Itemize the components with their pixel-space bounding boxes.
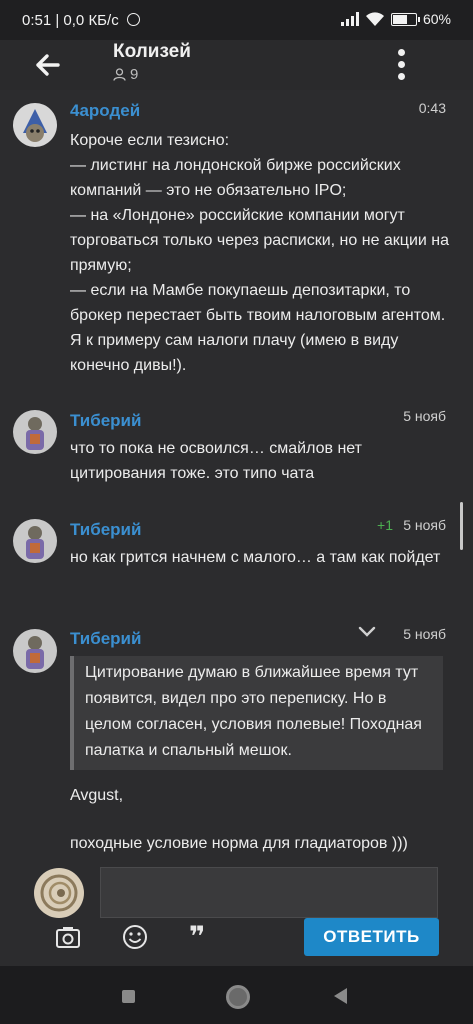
avatar[interactable] (13, 629, 57, 673)
camera-icon[interactable] (54, 923, 82, 951)
message-time: 5 нояб (403, 408, 446, 424)
chat-title: Колизей (113, 41, 191, 62)
avatar[interactable] (13, 519, 57, 563)
user-avatar (34, 868, 84, 918)
reaction-count[interactable]: +1 (377, 517, 393, 533)
member-count-value: 9 (130, 66, 139, 83)
signal-icon (340, 12, 359, 26)
more-options-icon[interactable] (386, 44, 416, 84)
quote-icon[interactable]: ❞ (189, 923, 217, 951)
message-text: что то пока не освоился… смайлов нет цит… (70, 440, 362, 482)
message-line: — если на Мамбе покупаешь депозитарки, т… (70, 282, 446, 374)
reply-input[interactable] (100, 867, 438, 918)
nav-back-icon[interactable] (334, 988, 347, 1004)
message-time: 5 нояб (403, 626, 446, 642)
message-author[interactable]: 4ародей (70, 101, 140, 121)
message-author[interactable]: Тиберий (70, 411, 141, 431)
message-text: но как грится начнем с малого… а там как… (70, 549, 441, 566)
message-line: — на «Лондоне» российские компании могут… (70, 207, 450, 274)
message-line: — листинг на лондонской бирже российских… (70, 157, 401, 199)
scrollbar-thumb[interactable] (460, 502, 463, 550)
quoted-text: Цитирование думаю в ближайшее время тут … (70, 656, 443, 770)
home-icon[interactable] (226, 985, 250, 1009)
message-time: 0:43 (418, 100, 446, 116)
system-nav-bar (0, 966, 473, 1024)
message-line: Короче если тезисно: (70, 132, 230, 149)
alarm-icon (126, 13, 140, 26)
message-author[interactable]: Тиберий (70, 520, 141, 540)
status-bar: 0:51 | 0,0 КБ/с 60% (0, 0, 473, 40)
status-left: 0:51 | 0,0 КБ/с (22, 12, 140, 29)
back-arrow-icon[interactable] (28, 48, 68, 82)
chevron-down-icon[interactable] (358, 626, 376, 638)
wifi-icon (365, 11, 384, 26)
reply-composer: ❞ ОТВЕТИТЬ (0, 860, 473, 966)
battery-percent: 60% (422, 11, 451, 27)
person-icon (113, 68, 126, 81)
battery-icon (390, 12, 420, 26)
message-time: 5 нояб (403, 517, 446, 533)
chat-header: Колизей 9 (0, 40, 473, 90)
status-right: 60% (340, 11, 451, 27)
member-count: 9 (113, 66, 138, 83)
reply-button[interactable]: ОТВЕТИТЬ (304, 918, 439, 956)
avatar[interactable] (13, 103, 57, 147)
emoji-icon[interactable] (121, 923, 149, 951)
avatar[interactable] (13, 410, 57, 454)
message-text: походные условие норма для гладиаторов )… (70, 835, 408, 852)
message-text: Короче если тезисно: — листинг на лондон… (70, 128, 450, 378)
message-addressee[interactable]: Avgust, (70, 783, 450, 808)
recents-icon[interactable] (122, 990, 135, 1003)
status-time-speed: 0:51 | 0,0 КБ/с (22, 12, 119, 29)
message-author[interactable]: Тиберий (70, 629, 141, 649)
